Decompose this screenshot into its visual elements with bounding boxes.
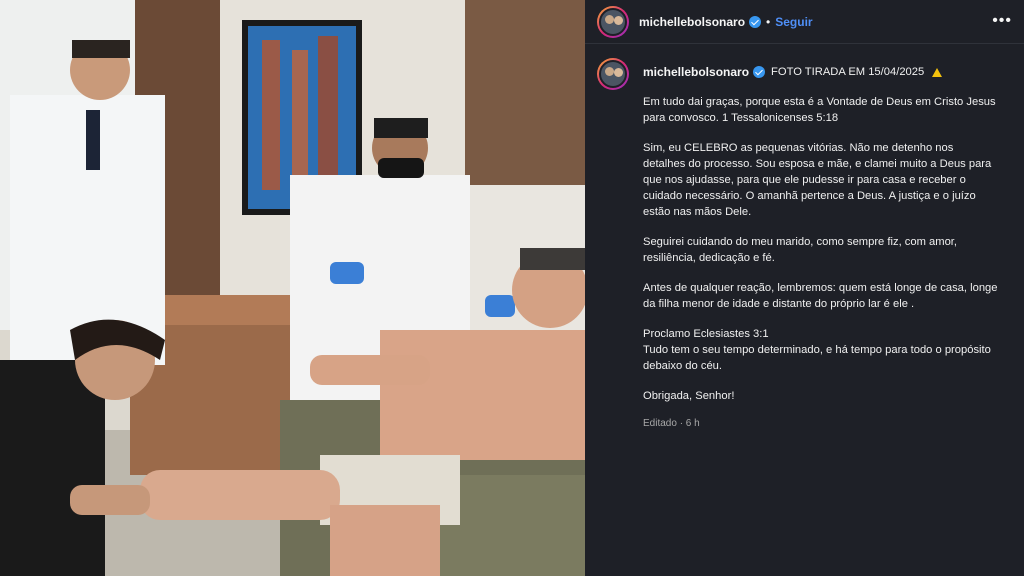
caption-header: michellebolsonaro FOTO TIRADA EM 15/04/2… <box>643 64 998 80</box>
avatar-photo <box>599 7 627 36</box>
author-username[interactable]: michellebolsonaro <box>639 15 745 29</box>
caption-username[interactable]: michellebolsonaro <box>643 64 749 80</box>
post-side-panel: michellebolsonaro • Seguir ••• michelleb… <box>585 0 1024 576</box>
separator-dot: • <box>766 14 771 29</box>
more-options-icon[interactable]: ••• <box>992 12 1012 30</box>
post-photo[interactable] <box>0 0 585 576</box>
caption-paragraph: Obrigada, Senhor! <box>643 390 735 402</box>
caption-header-text: FOTO TIRADA EM 15/04/2025 <box>771 66 925 78</box>
caption-paragraph: Proclamo Eclesiastes 3:1 Tudo tem o seu … <box>643 328 991 372</box>
caption-paragraph: Em tudo dai graças, porque esta é a Vont… <box>643 96 996 124</box>
caption-paragraph: Antes de qualquer reação, lembremos: que… <box>643 282 998 310</box>
verified-badge-icon <box>753 66 766 78</box>
avatar-photo <box>599 60 627 88</box>
author-avatar[interactable] <box>597 5 629 38</box>
post-header: michellebolsonaro • Seguir ••• <box>585 0 1024 44</box>
instagram-post-view: michellebolsonaro • Seguir ••• michelleb… <box>0 0 1024 576</box>
warning-icon <box>932 67 943 77</box>
caption-paragraph: Sim, eu CELEBRO as pequenas vitórias. Nã… <box>643 142 992 218</box>
post-caption: michellebolsonaro FOTO TIRADA EM 15/04/2… <box>585 44 1024 432</box>
edited-timestamp: Editado · 6 h <box>643 418 700 429</box>
caption-avatar[interactable] <box>597 58 629 90</box>
hospital-room-photo <box>0 0 585 576</box>
caption-paragraph: Seguirei cuidando do meu marido, como se… <box>643 236 958 264</box>
verified-badge-icon <box>749 15 762 28</box>
caption-body: michellebolsonaro FOTO TIRADA EM 15/04/2… <box>643 58 998 432</box>
follow-button[interactable]: Seguir <box>775 15 812 29</box>
